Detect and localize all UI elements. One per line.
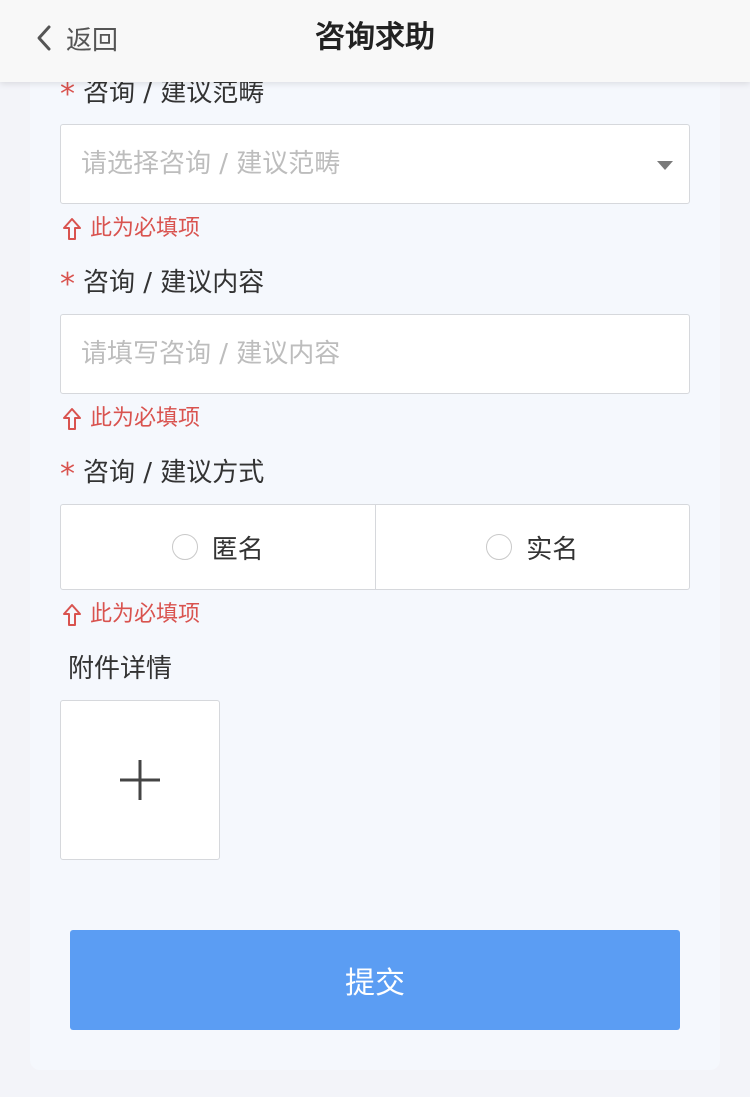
method-error-text: 此为必填项 <box>90 602 201 627</box>
caret-down-icon <box>657 161 673 170</box>
arrow-up-outline-icon <box>63 604 81 626</box>
category-select[interactable]: 请选择咨询 / 建议范畴 <box>60 124 690 204</box>
plus-icon <box>120 760 160 800</box>
nav-bar: 返回 咨询求助 <box>0 0 750 82</box>
upload-button[interactable] <box>60 700 220 860</box>
radio-real-name-label: 实名 <box>526 534 579 565</box>
required-mark: * <box>60 457 75 492</box>
content-label-text: 咨询 / 建议内容 <box>83 268 265 298</box>
category-error-text: 此为必填项 <box>90 216 201 241</box>
page-title: 咨询求助 <box>315 20 435 55</box>
required-mark: * <box>60 77 75 112</box>
method-label: * 咨询 / 建议方式 <box>60 456 265 492</box>
content-error-text: 此为必填项 <box>90 406 201 431</box>
category-placeholder: 请选择咨询 / 建议范畴 <box>81 149 341 179</box>
required-mark: * <box>60 267 75 302</box>
radio-circle-icon[interactable] <box>171 534 198 560</box>
radio-anonymous[interactable]: 匿名 <box>61 505 375 589</box>
radio-real-name[interactable]: 实名 <box>374 505 690 589</box>
content-label: * 咨询 / 建议内容 <box>60 266 265 302</box>
method-error: 此为必填项 <box>62 600 200 630</box>
radio-circle-icon[interactable] <box>486 534 513 560</box>
content-error: 此为必填项 <box>62 404 200 434</box>
category-error: 此为必填项 <box>62 214 200 244</box>
content-input[interactable]: 请填写咨询 / 建议内容 <box>60 314 690 394</box>
radio-anonymous-label: 匿名 <box>211 534 264 565</box>
submit-button[interactable]: 提交 <box>70 930 680 1030</box>
content-placeholder: 请填写咨询 / 建议内容 <box>81 339 341 369</box>
arrow-up-outline-icon <box>63 408 81 430</box>
arrow-up-outline-icon <box>63 218 81 240</box>
method-label-text: 咨询 / 建议方式 <box>83 458 265 488</box>
method-radio-group: 匿名 实名 <box>60 504 690 590</box>
attachment-label: 附件详情 <box>68 654 173 684</box>
